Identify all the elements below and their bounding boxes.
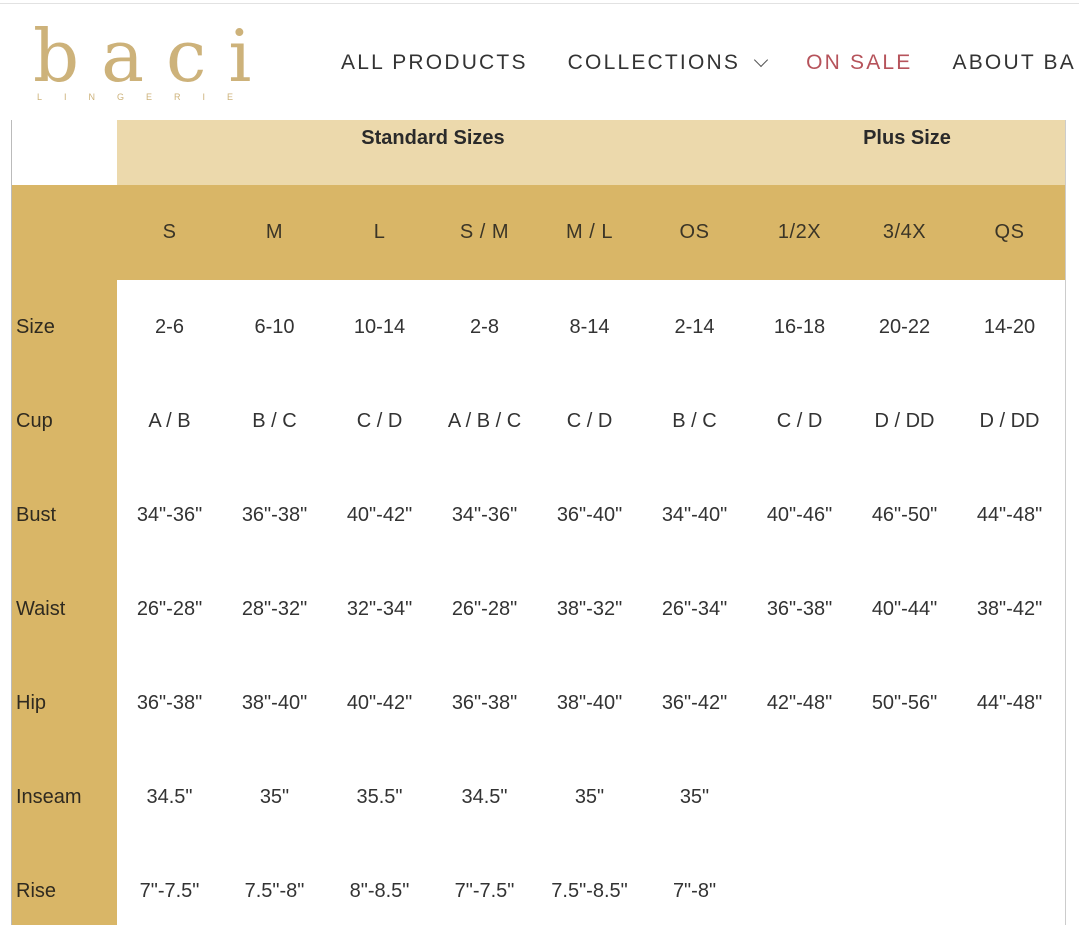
size-chart-cell: 34.5" (146, 786, 193, 808)
size-chart: Standard Sizes Plus Size S M L S / M M / L OS… (11, 120, 1066, 925)
size-column-header: 3/4X (882, 221, 927, 243)
measurement-row-label: Inseam (16, 786, 82, 808)
size-column-header: L (373, 221, 386, 243)
nav-about-label: ABOUT BA (952, 51, 1076, 74)
size-chart-cell: B / C (252, 410, 297, 432)
size-chart-cell: 38"-42" (976, 598, 1043, 620)
size-column-header: S / M (459, 221, 510, 243)
size-chart-cell: 44"-48" (976, 504, 1043, 526)
size-chart-cell: 35" (574, 786, 605, 808)
group-label-plus: Plus Size (863, 127, 951, 149)
measurement-row-label: Rise (16, 880, 57, 902)
size-column-header: QS (994, 221, 1025, 243)
size-chart-cell: 40"-44" (871, 598, 938, 620)
size-chart-cell: 20-22 (878, 316, 931, 338)
size-chart-cell: 26"-28" (451, 598, 518, 620)
size-chart-cell: 7"-7.5" (454, 880, 515, 902)
brand-logo[interactable]: baci LINGERIE (33, 14, 273, 114)
size-chart-cell: D / DD (874, 410, 935, 432)
size-chart-cell: 34"-40" (661, 504, 728, 526)
size-chart-cell: 35" (679, 786, 710, 808)
size-chart-cell: 36"-42" (661, 692, 728, 714)
size-chart-cell: B / C (672, 410, 717, 432)
size-chart-cell: 38"-40" (241, 692, 308, 714)
size-chart-cell: 35" (259, 786, 290, 808)
size-chart-cell: 2-14 (674, 316, 715, 338)
size-chart-cell: 7.5"-8" (244, 880, 305, 902)
size-chart-cell: 2-6 (155, 316, 184, 338)
size-chart-cell: 38"-40" (556, 692, 623, 714)
size-chart-cell: C / D (776, 410, 823, 432)
group-label-standard: Standard Sizes (361, 127, 505, 149)
size-chart-cell: 26"-34" (661, 598, 728, 620)
nav-collections-label: COLLECTIONS (567, 51, 741, 74)
size-chart-cell: 36"-40" (556, 504, 623, 526)
size-chart-cell: 34"-36" (136, 504, 203, 526)
size-chart-cell: 50"-56" (871, 692, 938, 714)
size-chart-cell: 2-8 (470, 316, 499, 338)
size-chart-cell: 7"-8" (672, 880, 717, 902)
nav-collections[interactable]: COLLECTIONS (567, 51, 769, 75)
measurement-row-label: Bust (16, 504, 57, 526)
measurement-row-label: Waist (16, 598, 66, 620)
brand-tagline: LINGERIE (37, 92, 256, 102)
size-chart-cell: 36"-38" (766, 598, 833, 620)
nav-on-sale-label: ON SALE (806, 51, 913, 74)
nav-on-sale[interactable]: ON SALE (806, 51, 912, 75)
size-column-header: M / L (566, 221, 613, 243)
size-column-header: S (162, 221, 177, 243)
measurement-row-label: Hip (16, 692, 47, 714)
size-chart-cell: 46"-50" (871, 504, 938, 526)
size-chart-cell: 36"-38" (241, 504, 308, 526)
size-chart-cell: 32"-34" (346, 598, 413, 620)
size-chart-cell: 10-14 (353, 316, 406, 338)
nav-all-products-label: ALL PRODUCTS (341, 51, 528, 74)
size-chart-cell: 38"-32" (556, 598, 623, 620)
size-chart-cell: 36"-38" (136, 692, 203, 714)
size-chart-cell: 8"-8.5" (349, 880, 410, 902)
size-chart-cell: 34"-36" (451, 504, 518, 526)
size-chart-cell: 16-18 (773, 316, 826, 338)
size-column-header: M (265, 221, 284, 243)
measurement-row-label: Cup (16, 410, 53, 432)
size-chart-cell: C / D (566, 410, 613, 432)
size-column-header: 1/2X (777, 221, 822, 243)
size-chart-cell: 40"-46" (766, 504, 833, 526)
size-chart-cell: 6-10 (254, 316, 295, 338)
nav-all-products[interactable]: ALL PRODUCTS (341, 51, 528, 75)
size-chart-cell: 34.5" (461, 786, 508, 808)
site-header: baci LINGERIE ALL PRODUCTS COLLECTIONS O… (0, 4, 1079, 120)
size-chart-cell: 35.5" (356, 786, 403, 808)
size-chart-cell: A / B (148, 410, 191, 432)
size-chart-cell: 8-14 (569, 316, 610, 338)
size-chart-cell: 7.5"-8.5" (551, 880, 628, 902)
measurement-row-label: Size (16, 316, 55, 338)
size-chart-cell: 36"-38" (451, 692, 518, 714)
size-chart-cell: 28"-32" (241, 598, 308, 620)
size-chart-cell: C / D (356, 410, 403, 432)
brand-wordmark: baci (33, 14, 274, 98)
nav-about[interactable]: ABOUT BA (953, 51, 1076, 75)
size-chart-cell: 42"-48" (766, 692, 833, 714)
main-nav: ALL PRODUCTS COLLECTIONS ON SALE ABOUT B… (341, 48, 1079, 78)
size-chart-cell: 14-20 (983, 316, 1036, 338)
size-chart-cell: D / DD (979, 410, 1040, 432)
size-chart-cell: 44"-48" (976, 692, 1043, 714)
size-chart-cell: 40"-42" (346, 504, 413, 526)
size-chart-cell: 40"-42" (346, 692, 413, 714)
chevron-down-icon (754, 52, 769, 68)
size-chart-cell: 7"-7.5" (139, 880, 200, 902)
size-column-header: OS (679, 221, 710, 243)
size-chart-cell: 26"-28" (136, 598, 203, 620)
size-chart-cell: A / B / C (447, 410, 522, 432)
